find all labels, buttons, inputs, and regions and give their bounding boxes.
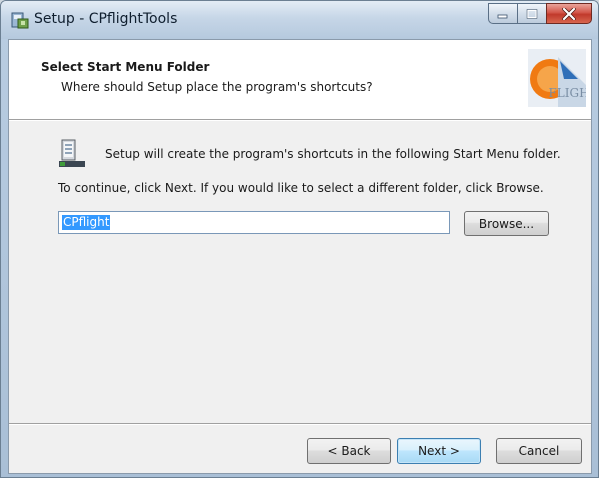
window-title: Setup - CPflightTools <box>34 11 178 27</box>
page-title: Select Start Menu Folder <box>41 60 210 74</box>
maximize-button[interactable] <box>517 3 546 24</box>
minimize-button[interactable] <box>488 3 517 24</box>
header-separator <box>9 120 591 121</box>
wizard-header: Select Start Menu Folder Where should Se… <box>9 40 591 120</box>
title-bar[interactable]: Setup - CPflightTools <box>1 1 598 39</box>
close-icon <box>562 7 576 20</box>
logo-text: FLIGHT <box>548 86 586 100</box>
cpflight-logo-icon: FLIGHT <box>528 49 586 107</box>
start-menu-folder-input[interactable] <box>58 211 450 234</box>
wizard-client-area: Select Start Menu Folder Where should Se… <box>8 39 592 474</box>
page-subtitle: Where should Setup place the program's s… <box>61 80 373 94</box>
close-button[interactable] <box>546 3 592 24</box>
continue-instructions: To continue, click Next. If you would li… <box>58 181 544 195</box>
installer-icon <box>11 12 29 29</box>
start-menu-folder-icon <box>59 139 85 167</box>
cancel-button[interactable]: Cancel <box>496 438 582 464</box>
next-button[interactable]: Next > <box>397 438 481 464</box>
caption-buttons <box>488 3 592 25</box>
setup-window: Setup - CPflightTools Select Start Menu … <box>0 0 599 478</box>
maximize-icon <box>526 8 538 19</box>
browse-button[interactable]: Browse... <box>464 211 549 236</box>
info-text: Setup will create the program's shortcut… <box>105 147 561 161</box>
footer-separator <box>9 423 591 424</box>
back-button[interactable]: < Back <box>307 438 391 464</box>
minimize-icon <box>497 14 508 18</box>
